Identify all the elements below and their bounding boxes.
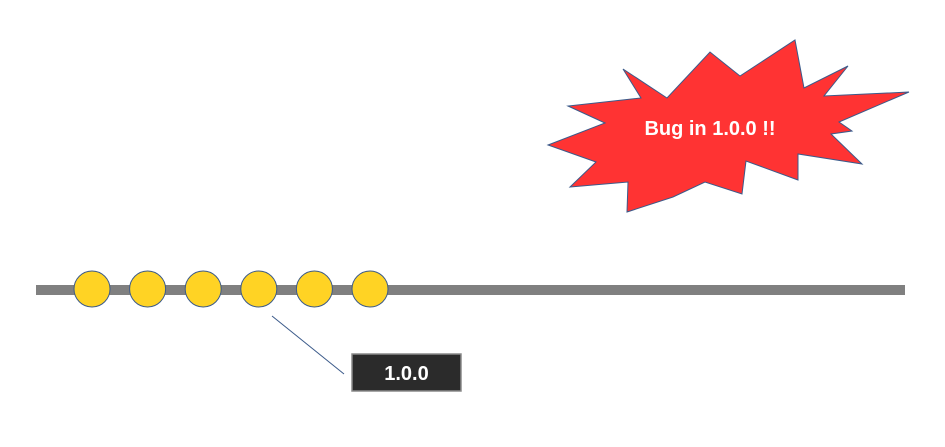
- tag-callout-line: [271, 315, 345, 375]
- bug-alert-burst: Bug in 1.0.0 !!: [546, 39, 910, 213]
- commit-node: [295, 270, 333, 308]
- commit-node-tagged: [240, 270, 278, 308]
- version-tag-label: 1.0.0: [384, 363, 428, 385]
- commit-node: [184, 270, 222, 308]
- diagram-canvas: 1.0.0 Bug in 1.0.0 !!: [0, 0, 945, 447]
- commit-node: [351, 270, 389, 308]
- commit-node: [73, 270, 111, 308]
- commit-node: [129, 270, 167, 308]
- bug-alert-label: Bug in 1.0.0 !!: [644, 118, 775, 140]
- diagram-svg: 1.0.0 Bug in 1.0.0 !!: [36, 39, 910, 392]
- timeline-bar: [36, 285, 905, 295]
- version-tag: 1.0.0: [351, 353, 462, 392]
